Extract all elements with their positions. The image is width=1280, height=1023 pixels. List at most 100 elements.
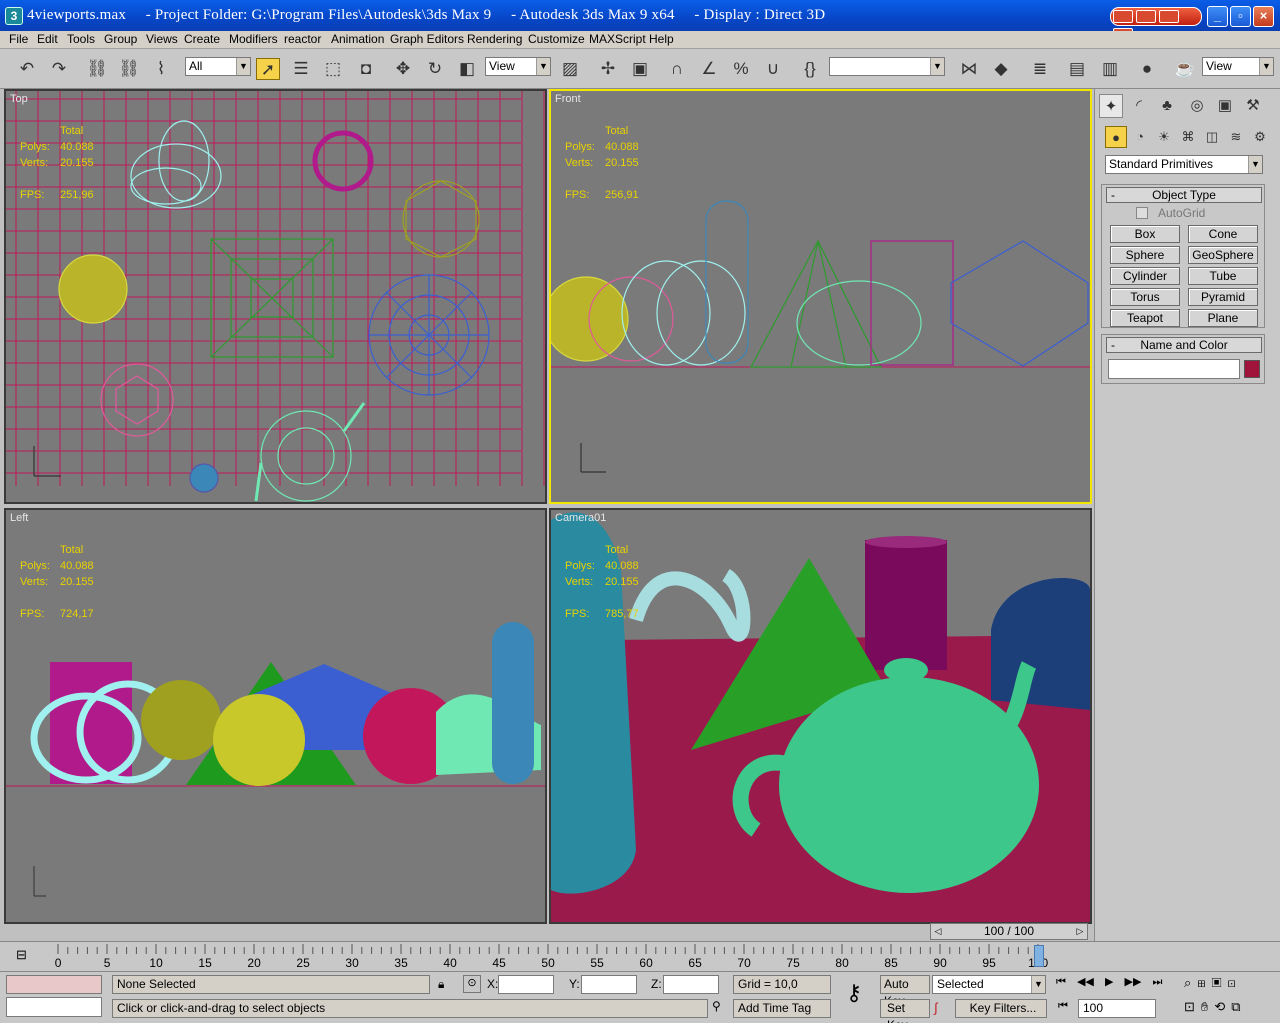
keyboard-shortcut-toggle-icon[interactable]: ▣ (628, 58, 652, 80)
zoom-extents-all-icon[interactable]: ⊡ (1227, 975, 1241, 990)
close-icon[interactable]: × (1253, 6, 1274, 27)
unlink-icon[interactable]: ⛓ (117, 58, 141, 80)
viewport-label[interactable]: Front (555, 93, 581, 105)
lock-selection-icon[interactable]: 🔒︎ (438, 977, 444, 992)
systems-icon[interactable]: ⚙ (1249, 126, 1271, 148)
selection-filter-dropdown[interactable]: All ▼ (185, 57, 251, 76)
time-tag-icon[interactable]: ⚲ (712, 999, 721, 1013)
select-manipulate-icon[interactable]: ✢ (596, 58, 620, 80)
angle-snap-icon[interactable]: ∠ (697, 58, 721, 80)
app-icon[interactable]: 3 (5, 7, 23, 25)
object-color-swatch[interactable] (1244, 360, 1260, 378)
rotate-icon[interactable]: ↻ (423, 58, 447, 80)
set-key-button[interactable]: Set Key (880, 999, 930, 1023)
geosphere-button[interactable]: GeoSphere (1188, 246, 1258, 264)
menu-modifiers[interactable]: Modifiers (229, 32, 278, 46)
play-icon[interactable]: ▶ (1105, 976, 1113, 988)
schematic-view-icon[interactable]: ▥ (1098, 58, 1122, 80)
menu-edit[interactable]: Edit (37, 32, 58, 46)
viewport-top[interactable]: Top Total Polys: 40.088 Verts: 20.155 FPS:… (4, 89, 547, 504)
key-mode-toggle-icon[interactable]: ⏮ (1058, 1000, 1068, 1013)
viewport-camera[interactable]: Camera01 Total Polys: 40.088 Verts: 20.155… (549, 508, 1092, 924)
current-frame-input[interactable]: 100 (1078, 999, 1156, 1018)
mirror-icon[interactable]: ⋈ (957, 58, 981, 80)
maximize-icon[interactable]: ▫ (1230, 6, 1251, 27)
maxscript-mini-controls[interactable] (1110, 7, 1202, 41)
menu-views[interactable]: Views (146, 32, 178, 46)
select-object-icon[interactable]: ➚ (256, 58, 280, 80)
arc-rotate-icon[interactable]: ⟲ (1214, 999, 1231, 1014)
redo-icon[interactable]: ↷ (47, 58, 71, 80)
y-coordinate-input[interactable] (581, 975, 637, 994)
menu-help[interactable]: Help (649, 32, 674, 46)
space-warps-icon[interactable]: ≋ (1225, 126, 1247, 148)
hierarchy-tab-icon[interactable]: ♣ (1155, 94, 1179, 118)
viewport-front[interactable]: Front Total Polys: 40.088 Verts: 20.155 FP… (549, 89, 1092, 504)
bind-space-warp-icon[interactable]: ⌇ (149, 58, 173, 80)
pyramid-button[interactable]: Pyramid (1188, 288, 1258, 306)
zoom-icon[interactable]: ⌕ (1184, 975, 1197, 990)
object-name-input[interactable] (1108, 359, 1240, 379)
maximize-viewport-icon[interactable]: ⧉ (1231, 999, 1246, 1014)
utilities-tab-icon[interactable]: ⚒ (1241, 94, 1265, 118)
create-tab-icon[interactable]: ✦ (1099, 94, 1123, 118)
viewport-left[interactable]: Left Total Polys: 40.088 Verts: 20.155 FPS… (4, 508, 547, 924)
cylinder-button[interactable]: Cylinder (1110, 267, 1180, 285)
pan-icon[interactable]: ✋︎ (1201, 999, 1214, 1014)
cone-button[interactable]: Cone (1188, 225, 1258, 243)
spinner-snap-icon[interactable]: ∪ (761, 58, 785, 80)
material-editor-icon[interactable]: ● (1135, 58, 1159, 80)
object-type-header[interactable]: - Object Type (1106, 187, 1262, 203)
set-key-icon[interactable]: ⚷ (838, 980, 870, 1012)
select-and-link-icon[interactable]: ⛓ (85, 58, 109, 80)
named-selection-sets-dropdown[interactable]: ▼ (829, 57, 945, 76)
torus-button[interactable]: Torus (1110, 288, 1180, 306)
render-setup-icon[interactable]: ☕ (1173, 58, 1197, 80)
menu-rendering[interactable]: Rendering (467, 32, 522, 46)
zoom-extents-icon[interactable]: ▣ (1212, 975, 1228, 990)
lights-icon[interactable]: ☀ (1153, 126, 1175, 148)
object-category-dropdown[interactable]: Standard Primitives ▼ (1105, 155, 1263, 174)
key-filters-button[interactable]: Key Filters... (955, 999, 1047, 1018)
track-bar[interactable]: ⊟ 0 5 10 15 20 25 30 35 40 45 50 55 60 65 70 75 80 85 90 95… (0, 941, 1280, 971)
percent-snap-icon[interactable]: % (729, 58, 753, 80)
maxscript-listener-mini[interactable] (6, 975, 102, 994)
snap-toggle-icon[interactable]: ∩ (665, 58, 689, 80)
field-of-view-icon[interactable]: ⊡ (1184, 999, 1201, 1014)
default-in-out-tangents-icon[interactable]: ∫ (934, 1000, 938, 1015)
x-coordinate-input[interactable] (498, 975, 554, 994)
previous-frame-icon[interactable]: ◀◀ (1077, 976, 1094, 988)
box-button[interactable]: Box (1110, 225, 1180, 243)
motion-tab-icon[interactable]: ◎ (1185, 94, 1209, 118)
menu-graph-editors[interactable]: Graph Editors (390, 32, 464, 46)
rectangular-selection-icon[interactable]: ⬚ (321, 58, 345, 80)
time-slider[interactable]: ◁ 100 / 100 ▷ (930, 923, 1088, 940)
z-coordinate-input[interactable] (663, 975, 719, 994)
menu-customize[interactable]: Customize (528, 32, 585, 46)
curve-editor-icon[interactable]: ▤ (1065, 58, 1089, 80)
zoom-all-icon[interactable]: ⊞ (1197, 975, 1211, 990)
select-by-name-icon[interactable]: ☰ (289, 58, 313, 80)
viewport-label[interactable]: Left (10, 512, 28, 524)
absolute-mode-transform-icon[interactable]: ⊙ (463, 975, 481, 993)
next-frame-icon[interactable]: ▶▶ (1124, 976, 1141, 988)
display-tab-icon[interactable]: ▣ (1213, 94, 1237, 118)
key-mode-dropdown[interactable]: Selected ▼ (932, 975, 1046, 994)
menu-maxscript[interactable]: MAXScript (589, 32, 646, 46)
align-icon[interactable]: ◆ (989, 58, 1013, 80)
render-view-dropdown[interactable]: View ▼ (1202, 57, 1274, 76)
tube-button[interactable]: Tube (1188, 267, 1258, 285)
shapes-icon[interactable]: ◔ (1129, 126, 1151, 148)
sphere-button[interactable]: Sphere (1110, 246, 1180, 264)
layer-manager-icon[interactable]: ≣ (1028, 58, 1052, 80)
auto-key-button[interactable]: Auto Key (880, 975, 930, 1008)
viewport-label[interactable]: Top (10, 93, 28, 105)
menu-tools[interactable]: Tools (67, 32, 95, 46)
geometry-icon[interactable]: ● (1105, 126, 1127, 148)
maxscript-input[interactable] (6, 997, 102, 1017)
viewport-label[interactable]: Camera01 (555, 512, 606, 524)
go-to-end-icon[interactable]: ⏭ (1152, 976, 1162, 988)
reference-coordinate-dropdown[interactable]: View ▼ (485, 57, 551, 76)
scale-icon[interactable]: ◧ (455, 58, 479, 80)
time-slider-prev-icon[interactable]: ◁ (931, 924, 945, 939)
